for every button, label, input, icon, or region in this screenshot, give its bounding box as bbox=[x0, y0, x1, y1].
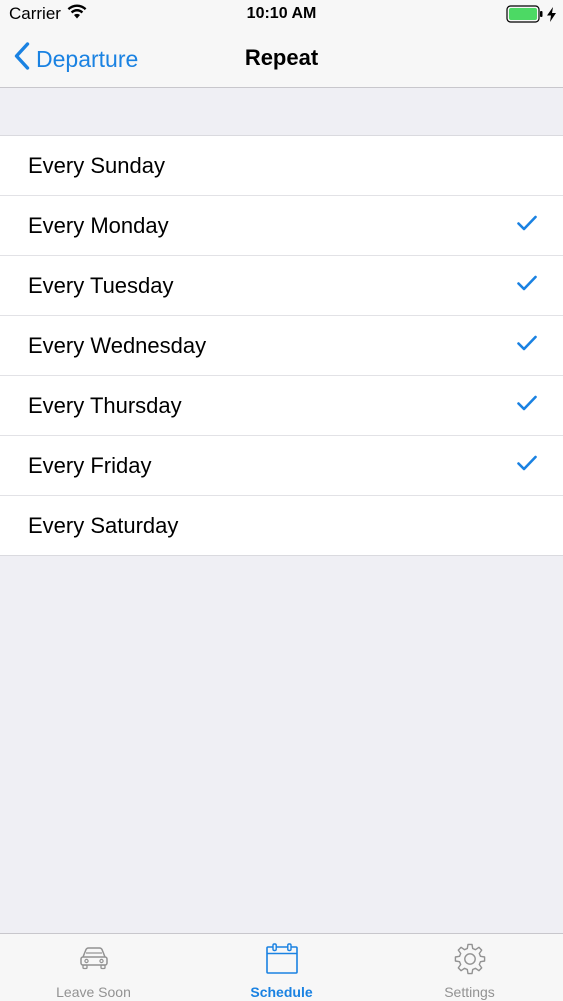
list-item-saturday[interactable]: Every Saturday bbox=[0, 495, 563, 555]
checkmark-icon bbox=[517, 275, 537, 296]
gear-icon bbox=[376, 943, 563, 975]
car-icon bbox=[0, 943, 187, 971]
checkmark-icon bbox=[517, 335, 537, 356]
list-item-tuesday[interactable]: Every Tuesday bbox=[0, 255, 563, 315]
repeat-days-list: Every Sunday Every Monday Every Tuesday … bbox=[0, 135, 563, 556]
status-time: 10:10 AM bbox=[246, 5, 317, 22]
charging-bolt-icon bbox=[547, 6, 556, 27]
tab-label: Leave Soon bbox=[56, 984, 131, 1000]
status-bar: Carrier 10:10 AM bbox=[0, 0, 563, 30]
day-label: Every Saturday bbox=[28, 512, 179, 538]
status-right bbox=[506, 5, 556, 28]
checkmark-icon bbox=[517, 455, 537, 476]
tab-bar: Leave Soon Schedule Settings bbox=[0, 933, 563, 1001]
list-item-friday[interactable]: Every Friday bbox=[0, 435, 563, 495]
tab-label: Schedule bbox=[250, 984, 313, 1000]
tab-settings[interactable]: Settings bbox=[376, 934, 563, 1001]
page-title: Repeat bbox=[244, 45, 319, 70]
day-label: Every Wednesday bbox=[28, 332, 207, 358]
tab-leave-soon[interactable]: Leave Soon bbox=[0, 934, 187, 1001]
checkmark-icon bbox=[517, 215, 537, 236]
list-item-monday[interactable]: Every Monday bbox=[0, 195, 563, 255]
calendar-icon bbox=[188, 943, 375, 975]
checkmark-icon bbox=[517, 395, 537, 416]
day-label: Every Sunday bbox=[28, 152, 165, 178]
day-label: Every Friday bbox=[28, 452, 152, 478]
list-item-wednesday[interactable]: Every Wednesday bbox=[0, 315, 563, 375]
day-label: Every Monday bbox=[28, 212, 169, 238]
list-item-sunday[interactable]: Every Sunday bbox=[0, 136, 563, 195]
list-item-thursday[interactable]: Every Thursday bbox=[0, 375, 563, 435]
battery-icon bbox=[506, 5, 544, 28]
navigation-bar: Departure Repeat bbox=[0, 30, 563, 88]
day-label: Every Thursday bbox=[28, 392, 182, 418]
tab-label: Settings bbox=[444, 984, 495, 1000]
day-label: Every Tuesday bbox=[28, 272, 174, 298]
tab-schedule[interactable]: Schedule bbox=[188, 934, 375, 1001]
